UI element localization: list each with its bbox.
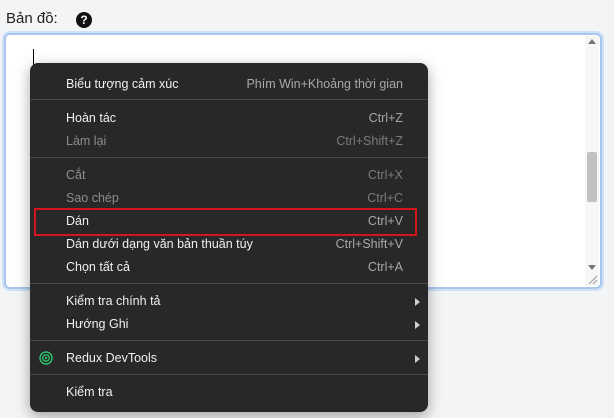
menu-separator xyxy=(30,340,428,341)
menu-item-copy: Sao chép Ctrl+C xyxy=(66,191,403,205)
vertical-scrollbar[interactable] xyxy=(585,36,599,286)
menu-item-spellcheck[interactable]: Kiểm tra chính tả xyxy=(30,290,428,313)
submenu-arrow-icon xyxy=(415,298,420,306)
redux-devtools-icon xyxy=(39,351,53,365)
scroll-down-arrow-icon[interactable] xyxy=(588,265,596,270)
menu-separator xyxy=(30,157,428,158)
submenu-arrow-icon xyxy=(415,355,420,363)
menu-item-select-all[interactable]: Chọn tất cả Ctrl+A xyxy=(30,256,428,279)
paste-highlight-box xyxy=(34,208,417,236)
help-icon[interactable]: ? xyxy=(76,12,92,28)
menu-item-redo: Làm lại Ctrl+Shift+Z xyxy=(66,134,403,148)
menu-item-writing-direction[interactable]: Hướng Ghi xyxy=(30,313,428,336)
menu-item-emoji[interactable]: Biểu tượng cảm xúc Phím Win+Khoảng thời … xyxy=(30,73,428,96)
menu-separator xyxy=(30,283,428,284)
scroll-up-arrow-icon[interactable] xyxy=(588,39,596,44)
map-field-label: Bản đồ: xyxy=(6,10,58,27)
menu-separator xyxy=(30,374,428,375)
menu-item-cut: Cắt Ctrl+X xyxy=(66,168,403,182)
resize-grip-icon[interactable] xyxy=(588,275,598,285)
context-menu: Biểu tượng cảm xúc Phím Win+Khoảng thời … xyxy=(30,63,428,412)
menu-item-paste-plain-text[interactable]: Dán dưới dạng văn bản thuần túy Ctrl+Shi… xyxy=(30,233,428,256)
scrollbar-thumb[interactable] xyxy=(587,152,597,202)
submenu-arrow-icon xyxy=(415,321,420,329)
menu-item-redux-devtools[interactable]: Redux DevTools xyxy=(30,347,428,370)
menu-item-undo[interactable]: Hoàn tác Ctrl+Z xyxy=(30,107,428,130)
menu-item-inspect[interactable]: Kiểm tra xyxy=(30,381,428,404)
menu-separator xyxy=(30,99,428,100)
